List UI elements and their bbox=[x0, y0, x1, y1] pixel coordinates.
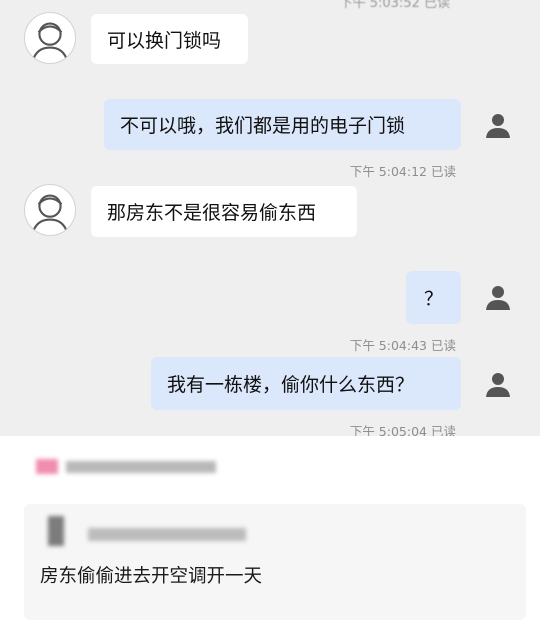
message-text: 那房东不是很容易偷东西 bbox=[107, 202, 317, 224]
user-silhouette-icon bbox=[486, 114, 510, 138]
blurred-post-header bbox=[66, 461, 216, 473]
read-status: 已读 bbox=[430, 338, 456, 353]
blurred-commenter-name bbox=[88, 528, 246, 541]
message-bubble-outgoing[interactable]: ？ bbox=[406, 271, 461, 324]
message-timestamp: 下午 5:04:43 bbox=[349, 338, 427, 353]
blurred-commenter-avatar bbox=[48, 516, 64, 546]
comment-text: 房东偷偷进去开空调开一天 bbox=[40, 566, 263, 587]
sender-avatar[interactable] bbox=[24, 184, 76, 236]
comment-section: 房东偷偷进去开空调开一天 bbox=[0, 436, 540, 627]
user-avatar-outline-icon bbox=[31, 194, 69, 234]
blurred-post-marker bbox=[36, 459, 58, 474]
my-avatar[interactable] bbox=[483, 282, 513, 312]
cropped-status-text: 下午 5:03:52 已读 bbox=[339, 0, 450, 11]
user-silhouette-icon bbox=[486, 373, 510, 397]
message-text: 我有一栋楼，偷你什么东西？ bbox=[167, 374, 415, 396]
message-text: 可以换门锁吗 bbox=[107, 29, 222, 52]
message-text: ？ bbox=[423, 288, 443, 310]
message-bubble-outgoing[interactable]: 我有一栋楼，偷你什么东西？ bbox=[151, 357, 461, 410]
read-status: 已读 bbox=[430, 424, 456, 436]
chat-screenshot: 下午 5:03:52 已读 可以换门锁吗 不可以哦，我们都是用的电子门锁 下午 … bbox=[0, 0, 540, 436]
message-timestamp: 下午 5:04:12 bbox=[349, 164, 427, 179]
message-bubble-outgoing[interactable]: 不可以哦，我们都是用的电子门锁 bbox=[104, 99, 461, 150]
sender-avatar[interactable] bbox=[24, 12, 76, 64]
message-meta: 下午 5:04:43 已读 bbox=[350, 335, 456, 354]
read-status: 已读 bbox=[430, 164, 456, 179]
message-meta: 下午 5:04:12 已读 bbox=[350, 161, 456, 180]
message-meta: 下午 5:05:04 已读 bbox=[350, 421, 456, 436]
my-avatar[interactable] bbox=[483, 110, 513, 140]
comment-card[interactable]: 房东偷偷进去开空调开一天 bbox=[24, 504, 526, 620]
my-avatar[interactable] bbox=[483, 369, 513, 399]
message-timestamp: 下午 5:05:04 bbox=[349, 424, 427, 436]
user-avatar-outline-icon bbox=[31, 22, 69, 62]
message-text: 不可以哦，我们都是用的电子门锁 bbox=[120, 115, 406, 137]
message-bubble-incoming[interactable]: 可以换门锁吗 bbox=[91, 14, 248, 64]
message-bubble-incoming[interactable]: 那房东不是很容易偷东西 bbox=[91, 186, 357, 237]
user-silhouette-icon bbox=[486, 286, 510, 310]
